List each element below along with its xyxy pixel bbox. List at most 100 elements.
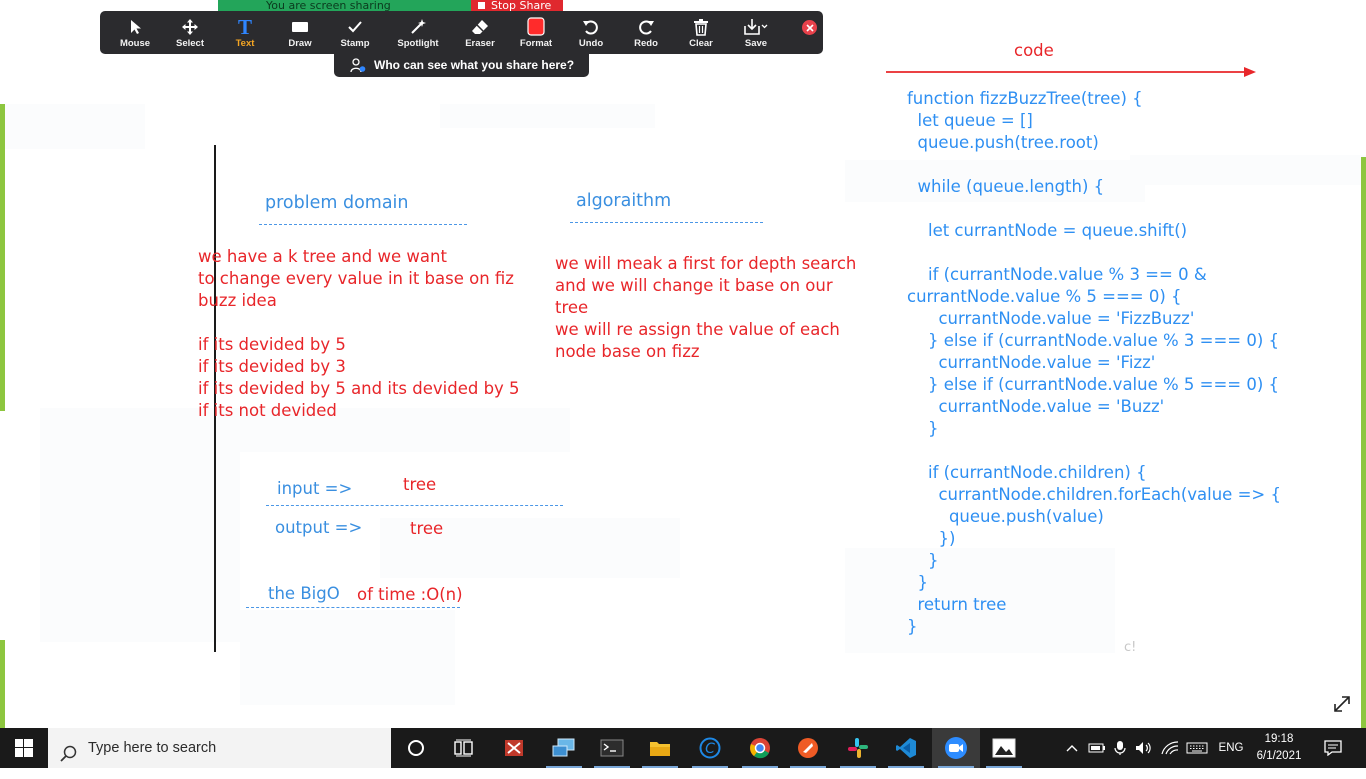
input-label: input => (277, 479, 353, 498)
problem-domain-text: we have a k tree and we want to change e… (198, 246, 520, 422)
output-label: output => (275, 518, 363, 537)
code-line: currantNode.value = 'FizzBuzz' (907, 309, 1195, 328)
tool-redo[interactable]: Redo (618, 11, 674, 54)
clock-date: 6/1/2021 (1256, 750, 1302, 762)
tool-clear[interactable]: Clear (673, 11, 729, 54)
save-download-icon (728, 17, 784, 37)
bigo-value: of time :O(n) (357, 585, 463, 604)
tool-eraser[interactable]: Eraser (452, 11, 508, 54)
clock-time: 19:18 (1264, 733, 1294, 745)
code-line: } else if (currantNode.value % 5 === 0) … (907, 375, 1280, 394)
code-line: }) (907, 529, 956, 548)
algorithm-underline (570, 222, 763, 223)
tray-chevron-up-icon[interactable] (1062, 728, 1082, 768)
algorithm-line: and we will change it base on our (555, 276, 833, 295)
language-indicator[interactable]: ENG (1212, 728, 1250, 768)
volume-icon[interactable] (1133, 728, 1155, 768)
stray-mark: c! (1124, 640, 1137, 655)
notifications-icon[interactable] (1318, 728, 1348, 768)
problem-line: if its devided by 5 and its devided by 5 (198, 379, 520, 398)
tool-select[interactable]: Select (162, 11, 218, 54)
tool-label: Stamp (340, 38, 370, 49)
slide-edge-green (0, 640, 5, 728)
cmake-app-icon[interactable] (490, 728, 538, 768)
code-line: queue.push(value) (907, 507, 1104, 526)
windows-logo-icon (15, 739, 33, 757)
tool-format[interactable]: Format (508, 11, 564, 54)
magic-wand-icon (390, 17, 446, 37)
photos-icon[interactable] (980, 728, 1028, 768)
microphone-icon[interactable] (1110, 728, 1130, 768)
algorithm-line: node base on fizz (555, 342, 700, 361)
code-label: code (1014, 41, 1054, 60)
tool-text[interactable]: T Text (217, 11, 273, 54)
tool-label: Spotlight (397, 38, 439, 49)
battery-icon[interactable] (1086, 728, 1108, 768)
zoom-icon[interactable] (932, 728, 980, 768)
code-line: return tree (907, 595, 1007, 614)
tool-undo[interactable]: Undo (563, 11, 619, 54)
algorithm-line: we will re assign the value of each (555, 320, 840, 339)
vscode-icon[interactable] (882, 728, 930, 768)
search-placeholder: Type here to search (88, 740, 217, 756)
problem-domain-underline (259, 224, 467, 225)
postman-icon[interactable] (784, 728, 832, 768)
red-arrow-annotation (886, 67, 1256, 77)
file-explorer-icon[interactable] (636, 728, 684, 768)
code-line: let queue = [] (907, 111, 1033, 130)
code-line: } (907, 551, 939, 570)
bigo-label: the BigO (268, 584, 340, 603)
undo-icon (563, 17, 619, 37)
bigo-underline (246, 607, 460, 608)
network-pc-icon[interactable] (540, 728, 588, 768)
task-view-icon[interactable] (440, 728, 488, 768)
faint-patch (40, 452, 240, 642)
tool-draw[interactable]: Draw (272, 11, 328, 54)
terminal-icon[interactable] (588, 728, 636, 768)
faint-patch (0, 104, 145, 149)
problem-line: if its devided by 3 (198, 357, 346, 376)
tool-label: Save (744, 38, 768, 49)
code-line: currantNode.value = 'Buzz' (907, 397, 1165, 416)
windows-taskbar: Type here to search C ENG 19:18 6/1/2021 (0, 728, 1366, 768)
output-value: tree (410, 519, 444, 538)
tool-stamp[interactable]: Stamp (327, 11, 383, 54)
code-line: } (907, 419, 939, 438)
taskbar-search-box[interactable]: Type here to search (48, 728, 391, 768)
wifi-icon[interactable] (1158, 728, 1182, 768)
c-app-icon[interactable]: C (686, 728, 734, 768)
problem-line: if its devided by 5 (198, 335, 346, 354)
code-line: } (907, 573, 928, 592)
code-line: while (queue.length) { (907, 177, 1105, 196)
cortana-icon[interactable] (392, 728, 440, 768)
code-line: currantNode.value % 5 === 0) { (907, 287, 1182, 306)
who-can-see-banner[interactable]: Who can see what you share here? (334, 54, 589, 77)
whiteboard-canvas[interactable]: code problem domain algoraithm we have a… (0, 0, 1366, 728)
code-line: queue.push(tree.root) (907, 133, 1099, 152)
clock[interactable]: 19:18 6/1/2021 (1252, 731, 1306, 765)
slack-icon[interactable] (834, 728, 882, 768)
move-arrows-icon (162, 17, 218, 37)
tool-mouse[interactable]: Mouse (107, 11, 163, 54)
close-toolbar-icon[interactable] (802, 20, 817, 35)
tool-spotlight[interactable]: Spotlight (390, 11, 446, 54)
problem-line (198, 312, 520, 334)
annotation-toolbar: Mouse Select T Text Draw Stamp Spotlight (100, 11, 823, 54)
search-icon (60, 739, 78, 779)
checkmark-icon (327, 17, 383, 37)
input-value: tree (403, 475, 437, 494)
keyboard-icon[interactable] (1184, 728, 1210, 768)
input-output-divider (266, 505, 563, 506)
tool-save[interactable]: Save (728, 11, 784, 54)
start-button[interactable] (0, 728, 48, 768)
slide-edge-green (1361, 157, 1366, 728)
color-square-icon (508, 17, 564, 37)
svg-text:C: C (705, 741, 715, 757)
code-line: function fizzBuzzTree(tree) { (907, 89, 1143, 108)
redo-icon (618, 17, 674, 37)
chrome-icon[interactable] (736, 728, 784, 768)
expand-diagonal-icon[interactable] (1332, 694, 1352, 714)
text-t-icon: T (237, 15, 252, 39)
